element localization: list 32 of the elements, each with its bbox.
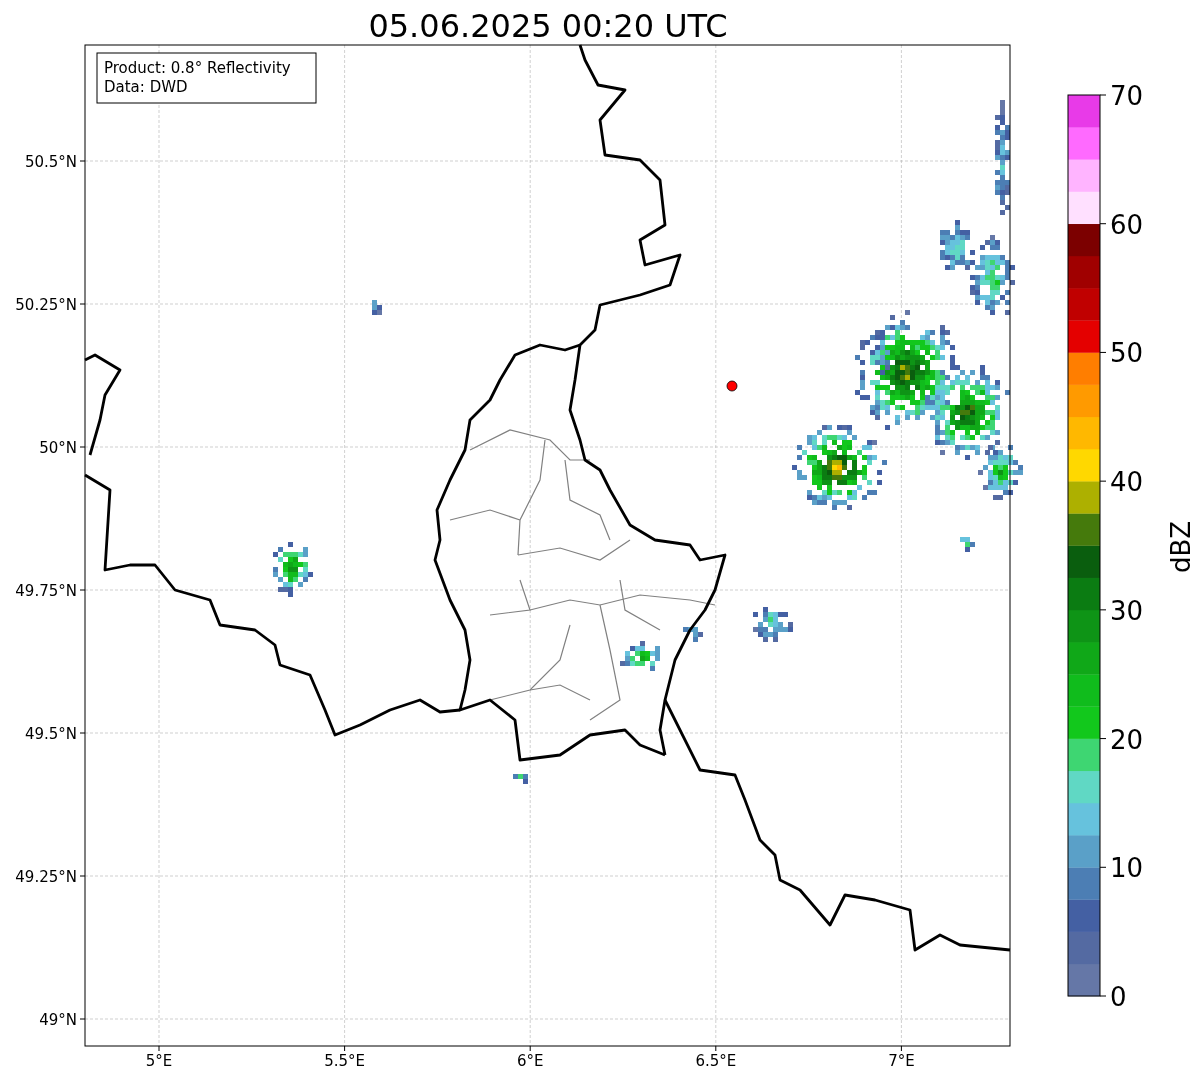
radar-echo [513, 774, 528, 784]
colorbar-tick-label: 10 [1110, 853, 1144, 884]
y-tick-label: 49.25°N [15, 868, 77, 886]
colorbar-tick-label: 60 [1110, 209, 1144, 240]
location-marker [726, 380, 738, 392]
colorbar-tick-label: 40 [1110, 467, 1144, 498]
y-tick-label: 49.5°N [24, 725, 77, 743]
y-tick-label: 50.25°N [15, 296, 77, 314]
y-tick-label: 50.5°N [24, 153, 77, 171]
info-text: Product: 0.8° Reflectivity [104, 59, 291, 77]
radar-echo [372, 300, 382, 315]
info-text: Data: DWD [104, 78, 188, 96]
colorbar-tick-label: 70 [1110, 81, 1144, 111]
x-tick-label: 7°E [888, 1052, 915, 1070]
x-tick-label: 5°E [145, 1052, 173, 1070]
y-tick-label: 49.75°N [15, 582, 77, 600]
colorbar-tick-label: 30 [1110, 595, 1144, 626]
x-tick-label: 6°E [516, 1052, 544, 1070]
radar-echo [753, 607, 793, 642]
x-tick-label: 6.5°E [695, 1052, 737, 1070]
radar-echo [620, 641, 660, 671]
radar-echo [683, 627, 703, 642]
radar-echo [273, 542, 313, 597]
colorbar-tick-label: 50 [1110, 338, 1144, 369]
radar-echo [960, 537, 975, 552]
colorbar-label: dBZ [1166, 520, 1196, 574]
y-tick-label: 50°N [39, 439, 77, 457]
chart-title: 05.06.2025 00:20 UTC [368, 7, 728, 45]
x-tick-label: 5.5°E [324, 1052, 365, 1070]
colorbar-tick-label: 20 [1110, 724, 1144, 755]
colorbar-tick-label: 0 [1110, 982, 1127, 1012]
y-tick-label: 49°N [39, 1011, 77, 1029]
